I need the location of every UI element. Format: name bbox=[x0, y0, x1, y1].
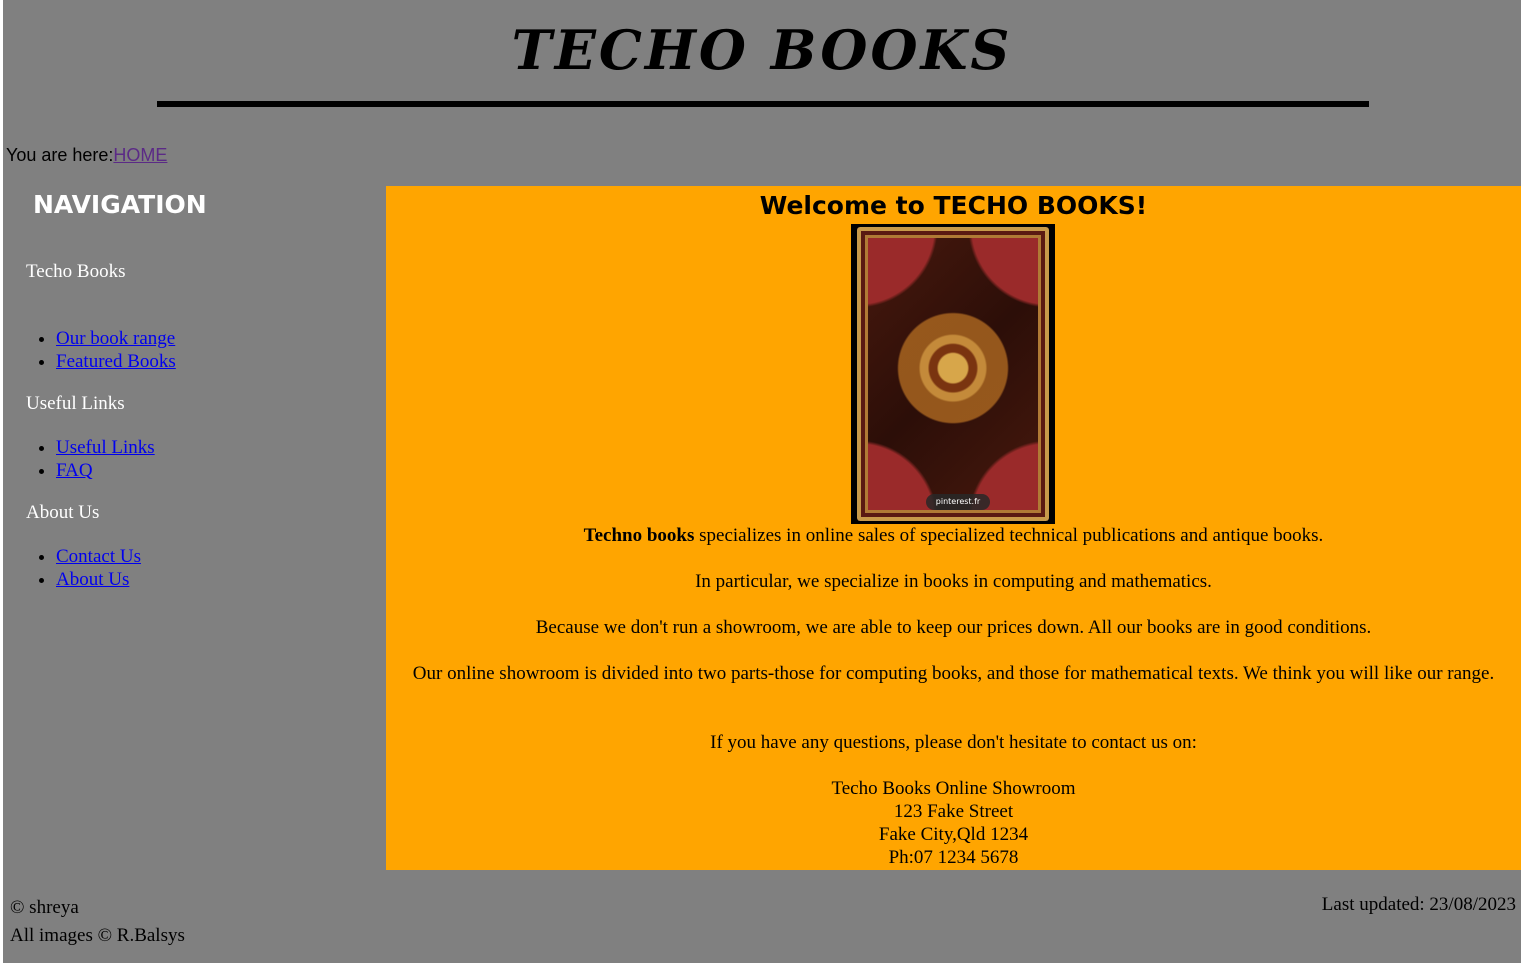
specialty-text: In particular, we specialize in books in… bbox=[695, 571, 1212, 592]
page: TECHO BOOKS You are here:HOME NAVIGATION… bbox=[3, 0, 1521, 963]
nav-link-useful-links[interactable]: Useful Links bbox=[56, 437, 155, 458]
nav-section-heading-techo-books: Techo Books bbox=[26, 261, 126, 282]
prices-text: Because we don't run a showroom, we are … bbox=[535, 617, 1372, 638]
paragraph-contact: If you have any questions, please don't … bbox=[406, 731, 1501, 754]
address-line: 123 Fake Street bbox=[893, 801, 1014, 822]
intro-paragraph: Techno books specializes in online sales… bbox=[406, 524, 1501, 547]
intro-text: specializes in online sales of specializ… bbox=[694, 525, 1324, 546]
antique-book-image: pinterest.fr bbox=[851, 224, 1055, 524]
page-title: Welcome to TECHO BOOKS! bbox=[759, 191, 1148, 220]
list-item: FAQ bbox=[56, 459, 155, 482]
book-cover-ornament bbox=[857, 227, 1049, 521]
list-item: Useful Links bbox=[56, 436, 155, 459]
nav-section-heading-useful-links: Useful Links bbox=[26, 393, 125, 414]
showroom-text: Our online showroom is divided into two … bbox=[412, 663, 1495, 684]
paragraph-showroom: Our online showroom is divided into two … bbox=[406, 662, 1501, 685]
paragraph-prices: Because we don't run a showroom, we are … bbox=[406, 616, 1501, 639]
paragraph-specialty: In particular, we specialize in books in… bbox=[406, 570, 1501, 593]
nav-list-useful-links: Useful Links FAQ bbox=[26, 436, 155, 482]
nav-link-faq[interactable]: FAQ bbox=[56, 460, 93, 481]
nav-link-featured-books[interactable]: Featured Books bbox=[56, 351, 176, 372]
last-updated: Last updated: 23/08/2023 bbox=[1321, 894, 1516, 915]
contact-text: If you have any questions, please don't … bbox=[710, 732, 1197, 753]
nav-link-contact-us[interactable]: Contact Us bbox=[56, 546, 141, 567]
breadcrumb-prefix: You are here: bbox=[6, 145, 114, 165]
nav-link-our-book-range[interactable]: Our book range bbox=[56, 328, 175, 349]
list-item: Contact Us bbox=[56, 545, 141, 568]
sidebar-navigation: NAVIGATION Techo Books Our book range Fe… bbox=[3, 186, 386, 870]
main-content: Welcome to TECHO BOOKS! pinterest.fr Tec… bbox=[386, 186, 1521, 870]
image-watermark: pinterest.fr bbox=[926, 494, 990, 510]
navigation-heading: NAVIGATION bbox=[33, 190, 207, 219]
list-item: Our book range bbox=[56, 327, 176, 350]
list-item: About Us bbox=[56, 568, 141, 591]
address-block: Techo Books Online Showroom 123 Fake Str… bbox=[406, 777, 1501, 869]
footer-credits: © shreya All images © R.Balsys bbox=[10, 894, 185, 950]
breadcrumb-home-link[interactable]: HOME bbox=[113, 145, 167, 165]
header-divider bbox=[157, 101, 1369, 107]
address-line: Fake City,Qld 1234 bbox=[878, 824, 1029, 845]
nav-list-about-us: Contact Us About Us bbox=[26, 545, 141, 591]
nav-list-techo-books: Our book range Featured Books bbox=[26, 327, 176, 373]
copyright-text: © shreya bbox=[10, 897, 79, 918]
nav-section-heading-about-us: About Us bbox=[26, 502, 100, 523]
breadcrumb: You are here:HOME bbox=[6, 145, 167, 166]
image-credit-text: All images © R.Balsys bbox=[10, 925, 185, 946]
address-line: Techo Books Online Showroom bbox=[831, 778, 1076, 799]
address-line: Ph:07 1234 5678 bbox=[888, 847, 1019, 868]
brand-name: Techno books bbox=[583, 525, 695, 546]
nav-link-about-us[interactable]: About Us bbox=[56, 569, 129, 590]
site-title: TECHO BOOKS bbox=[511, 18, 1013, 82]
list-item: Featured Books bbox=[56, 350, 176, 373]
